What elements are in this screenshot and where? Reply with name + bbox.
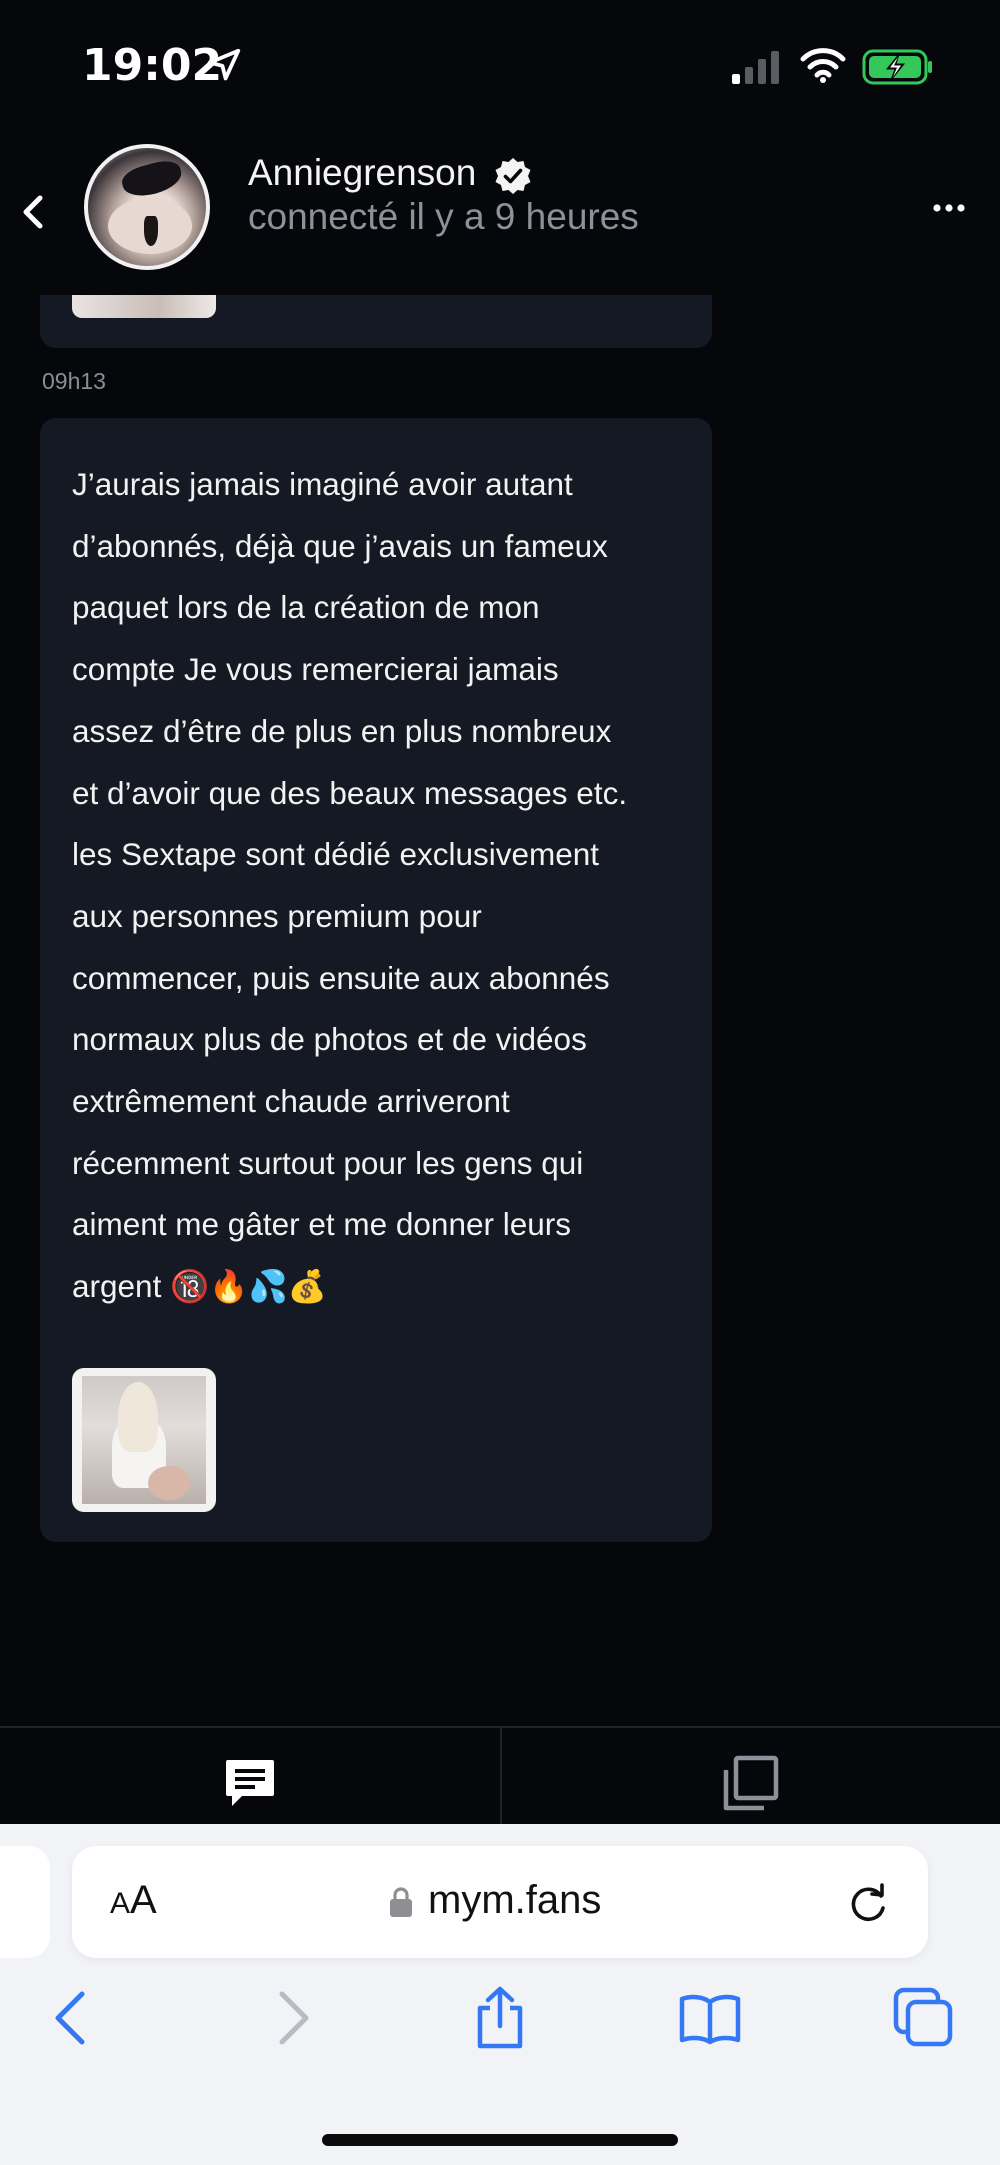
bookmarks-icon[interactable] — [678, 1986, 742, 2050]
tabs-icon[interactable] — [892, 1986, 956, 2050]
status-time: 19:02 — [82, 40, 223, 91]
address-bar[interactable]: AA mym.fans — [72, 1846, 928, 1958]
battery-charging-icon — [862, 49, 932, 85]
back-chevron-icon[interactable] — [14, 182, 50, 242]
tab-media[interactable] — [502, 1728, 1000, 1828]
avatar[interactable] — [84, 144, 210, 270]
url-text: mym.fans — [428, 1878, 602, 1922]
location-arrow-icon — [207, 48, 241, 81]
text-size-button[interactable]: AA — [110, 1878, 157, 1923]
user-status: connecté il y a 9 heures — [248, 196, 639, 237]
tab-messages[interactable] — [0, 1728, 500, 1828]
share-icon[interactable] — [468, 1986, 532, 2050]
chat-tabbar — [0, 1726, 1000, 1828]
message-timestamp: 09h13 — [42, 368, 106, 394]
forward-arrow-icon[interactable] — [258, 1986, 322, 2050]
lock-icon — [390, 1887, 412, 1917]
cellular-signal-icon — [732, 51, 779, 84]
message-text: J’aurais jamais imaginé avoir autant d’a… — [72, 466, 628, 1305]
gallery-icon — [723, 1755, 779, 1811]
chat-bubble-icon — [226, 1760, 274, 1806]
user-name[interactable]: Anniegrenson — [248, 152, 476, 194]
browser-toolbar: AA mym.fans — [0, 1824, 1000, 2165]
back-arrow-icon[interactable] — [42, 1986, 106, 2050]
chat-header: Anniegrenson connecté il y a 9 heures — [0, 130, 1000, 295]
message-bubble: J’aurais jamais imaginé avoir autant d’a… — [40, 418, 712, 1542]
media-thumbnail[interactable] — [72, 1368, 216, 1512]
more-dots-icon[interactable] — [932, 198, 966, 218]
status-bar: 19:02 — [0, 0, 1000, 130]
previous-tab-card[interactable] — [0, 1846, 50, 1958]
home-indicator — [322, 2134, 678, 2146]
wifi-icon — [800, 48, 846, 83]
reload-icon[interactable] — [848, 1882, 890, 1924]
verified-badge-icon — [495, 158, 531, 194]
